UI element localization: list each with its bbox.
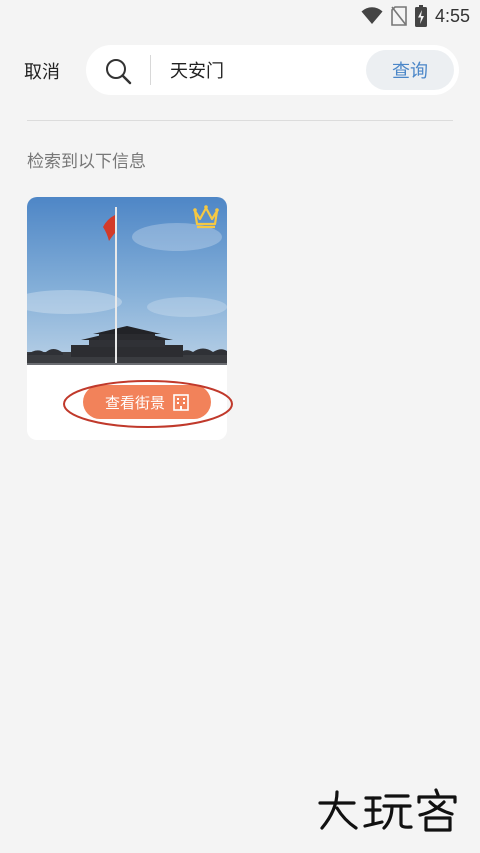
query-button[interactable]: 查询 (366, 50, 454, 90)
status-time: 4:55 (434, 5, 470, 26)
search-divider (150, 55, 151, 85)
status-icons: 4:55 (361, 4, 470, 28)
watermark-logo (316, 788, 462, 836)
battery-charging-icon (414, 5, 427, 27)
crown-icon (193, 205, 219, 229)
search-input[interactable] (170, 57, 370, 83)
highlight-annotation (63, 380, 233, 428)
status-bar: 4:55 (0, 0, 480, 32)
search-icon[interactable] (104, 57, 132, 85)
header-divider (27, 120, 453, 121)
cancel-button[interactable]: 取消 (24, 58, 60, 84)
result-heading: 检索到以下信息 (27, 152, 146, 172)
wifi-icon (361, 7, 383, 24)
no-sim-icon (391, 6, 407, 26)
search-box[interactable]: 查询 (86, 45, 459, 95)
